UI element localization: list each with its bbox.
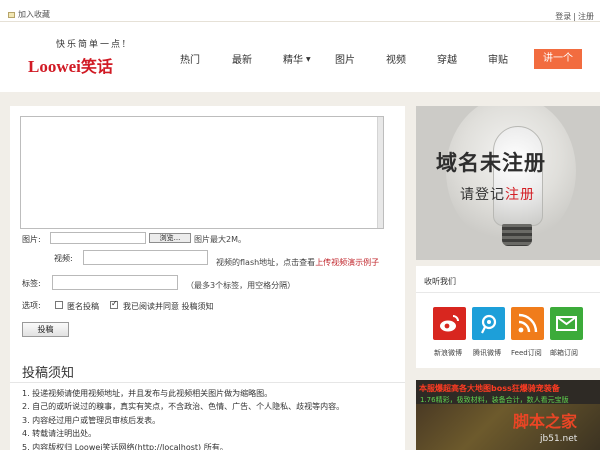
chevron-down-icon: ▼ [306, 56, 311, 63]
image-hint: 图片最大2M。 [194, 235, 246, 244]
nav-label: 审贴 [488, 55, 508, 66]
video-hint: 视频的flash地址，点击查看上传视频演示例子 [216, 257, 379, 268]
video-url-input[interactable] [83, 250, 208, 265]
tags-input[interactable] [52, 275, 178, 290]
image-label: 图片: [22, 235, 41, 244]
top-bar: 加入收藏 登录 | 注册 [0, 0, 600, 22]
video-label: 视频: [54, 254, 73, 263]
game-ad-title: 本服爆超高各大地图boss狂爆骑宠装备 [419, 384, 560, 393]
weibo-icon[interactable] [433, 307, 466, 340]
login-link[interactable]: 登录 [555, 12, 571, 21]
nav-featured[interactable]: 精华 ▼ [283, 51, 311, 66]
site-header: 快乐简单一点! Loowei笑话 热门 最新 精华 ▼ 图片 视频 穿越 审贴 讲… [0, 22, 600, 92]
mail-icon[interactable] [550, 307, 583, 340]
image-file-field[interactable] [50, 232, 146, 244]
tags-label: 标签: [22, 279, 41, 288]
domain-ad-subtitle: 请登记注册 [460, 184, 535, 204]
follow-us-title: 收听我们 [424, 277, 456, 286]
domain-ad-banner[interactable]: 域名未注册 请登记注册 [416, 106, 600, 260]
follow-us-panel: 收听我们 新浪微博 腾讯微博 Feed订阅 邮箱订阅 [416, 266, 600, 368]
follow-divider [416, 292, 600, 293]
nav-pictures[interactable]: 图片 [335, 51, 355, 66]
textarea-scrollbar[interactable] [377, 117, 383, 228]
nav-label: 精华 [283, 55, 303, 66]
nav-videos[interactable]: 视频 [386, 51, 406, 66]
submission-panel: 图片: 浏览... 图片最大2M。 视频: 视频的flash地址，点击查看上传视… [10, 106, 405, 450]
nav-latest[interactable]: 最新 [232, 51, 252, 66]
add-favorite-link[interactable]: 加入收藏 [8, 9, 50, 20]
notice-item: 3. 内容经过用户或管理员审核后发表。 [22, 415, 161, 425]
submit-button[interactable]: 投稿 [22, 322, 69, 337]
tags-hint: （最多3个标签，用空格分隔） [186, 281, 296, 290]
notice-item: 5. 内容版权归 Loowei笑话网络(http://localhost) 所有… [22, 442, 228, 450]
notice-title: 投稿须知 [22, 366, 75, 381]
tell-joke-button[interactable]: 讲一个 [534, 49, 582, 69]
site-watermark-small: jb51.net [540, 434, 578, 444]
ad-subtitle-text: 请登记 [460, 187, 505, 203]
nav-hot[interactable]: 热门 [180, 51, 200, 66]
mail-label[interactable]: 邮箱订阅 [550, 348, 578, 358]
weibo-label[interactable]: 新浪微博 [434, 348, 462, 358]
rss-icon[interactable] [511, 307, 544, 340]
anonymous-checkbox[interactable] [55, 301, 63, 309]
account-links: 登录 | 注册 [553, 11, 594, 22]
ad-register-text: 注册 [505, 187, 535, 203]
game-ad-text: 1.76精彩，极致材料，装备合计，数人看元宝版 [420, 396, 569, 404]
content-textarea[interactable] [20, 116, 384, 229]
tencent-weibo-icon[interactable] [472, 307, 505, 340]
notice-item: 4. 转载请注明出处。 [22, 429, 97, 439]
nav-label: 视频 [386, 55, 406, 66]
domain-ad-title: 域名未注册 [436, 151, 546, 175]
notice-item: 1. 投递视频请使用视频地址，并且发布与此视频相关图片做为缩略图。 [22, 389, 273, 398]
main-nav: 热门 最新 精华 ▼ 图片 视频 穿越 审贴 讲一个 [0, 49, 600, 69]
browse-button[interactable]: 浏览... [149, 233, 191, 243]
favorite-icon [8, 11, 15, 18]
notice-item: 2. 自己的或听说过的糗事，真实有笑点，不含政治、色情、广告、个人隐私、歧视等内… [22, 402, 345, 412]
video-hint-text: 视频的flash地址，点击查看 [216, 258, 316, 267]
site-watermark: 脚本之家 [513, 412, 578, 431]
tencent-weibo-label[interactable]: 腾讯微博 [473, 348, 501, 358]
notice-list: 1. 投递视频请使用视频地址，并且发布与此视频相关图片做为缩略图。 2. 自己的… [22, 387, 344, 450]
options-label: 选项: [22, 301, 41, 310]
account-separator: | [573, 12, 576, 21]
video-demo-link[interactable]: 上传视频演示例子 [315, 258, 379, 267]
anonymous-label: 匿名投稿 [67, 302, 99, 311]
register-link[interactable]: 注册 [578, 12, 594, 21]
bulb-base [502, 224, 532, 246]
nav-time-travel[interactable]: 穿越 [437, 51, 457, 66]
rss-label[interactable]: Feed订阅 [511, 348, 542, 358]
notice-divider [10, 382, 405, 383]
nav-label: 穿越 [437, 55, 457, 66]
site-slogan: 快乐简单一点! [56, 40, 128, 50]
nav-label: 最新 [232, 55, 252, 66]
nav-review[interactable]: 审贴 [488, 51, 508, 66]
agree-label: 我已阅读并同意 投稿须知 [123, 302, 214, 311]
nav-label: 图片 [335, 55, 355, 66]
add-favorite-label: 加入收藏 [18, 10, 50, 19]
nav-label: 热门 [180, 55, 200, 66]
agree-checkbox[interactable] [110, 299, 118, 309]
